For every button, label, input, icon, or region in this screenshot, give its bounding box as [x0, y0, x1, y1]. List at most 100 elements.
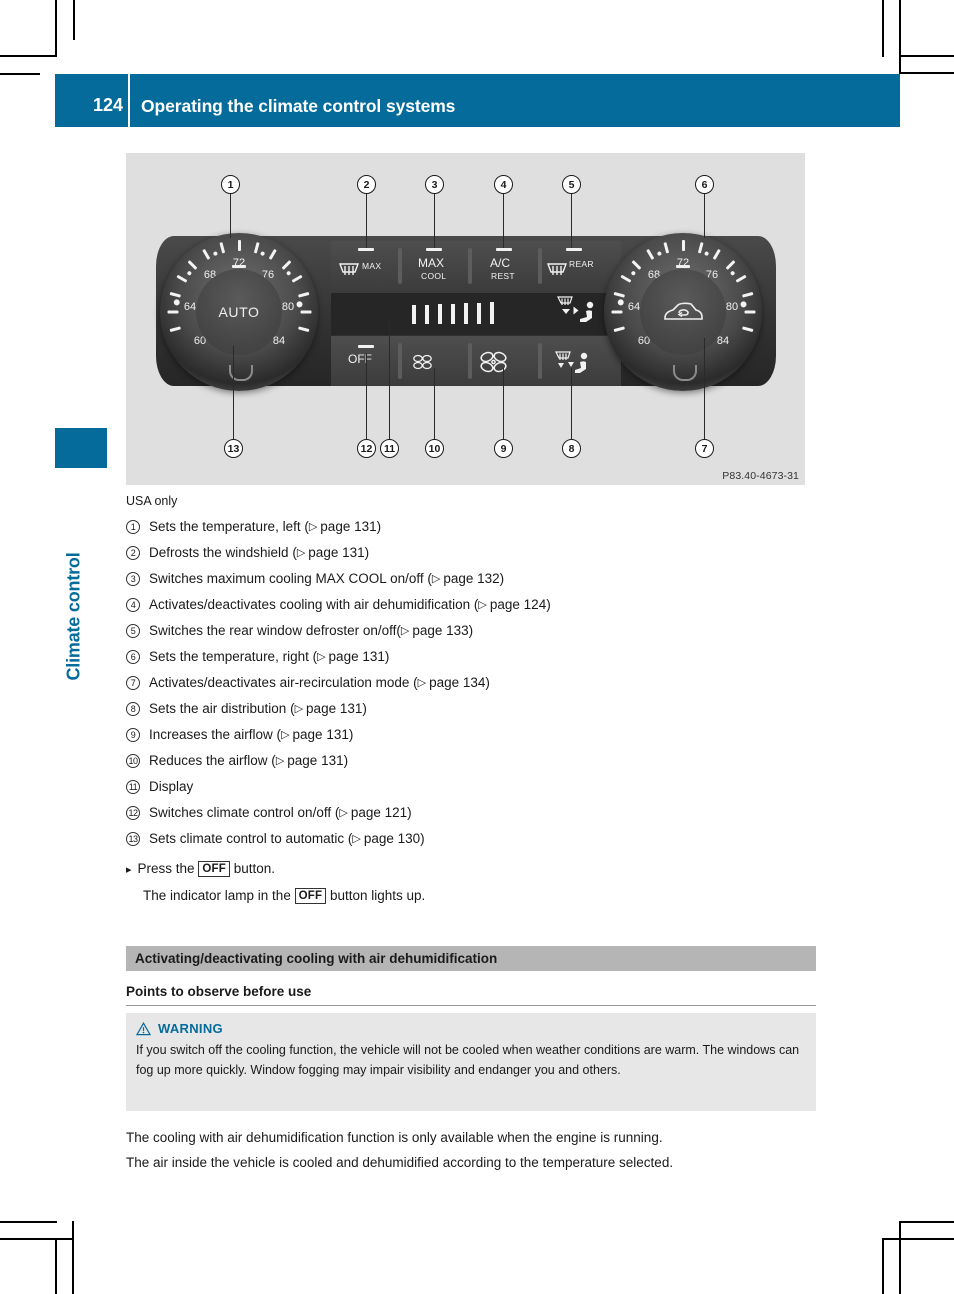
- page-reference[interactable]: page 130: [364, 826, 420, 852]
- cropmark-top-right-vertical: [882, 0, 884, 57]
- knob-right-num-84: 84: [716, 335, 730, 347]
- figure-callout-4: 4: [494, 175, 513, 194]
- legend-item-number: 4: [126, 598, 140, 612]
- step-result-start: The indicator lamp in the: [143, 888, 291, 903]
- knob-right-pointer: [676, 265, 690, 268]
- knob-right-center[interactable]: [640, 269, 726, 355]
- legend-item-tail: ): [348, 727, 354, 742]
- fan-small-icon: [413, 354, 432, 370]
- page-ref-arrow-icon: ▷: [417, 677, 427, 689]
- legend-item-tail: ): [499, 571, 505, 586]
- page-reference[interactable]: page 134: [429, 670, 485, 696]
- legend-item-text: Display: [149, 779, 194, 794]
- legend-item-text: Activates/deactivates air-recirculation …: [149, 675, 418, 690]
- windshield-defrost-icon: [338, 263, 360, 275]
- legend-item: 10 Reduces the airflow (▷ page 131): [126, 748, 816, 774]
- page-ref-arrow-icon: ▷: [400, 625, 410, 637]
- header-divider: [128, 74, 130, 127]
- knob-right-notch: [673, 365, 697, 381]
- knob-left-num-64: 64: [183, 301, 197, 313]
- legend-item-text: Switches climate control on/off (: [149, 805, 340, 820]
- legend-item: 11 Display: [126, 774, 816, 800]
- figure-callout-11: 11: [380, 439, 399, 458]
- ac-rest-sublabel: REST: [491, 271, 515, 281]
- page-ref-arrow-icon: ▷: [294, 703, 304, 715]
- page-reference[interactable]: page 131: [306, 696, 362, 722]
- page-ref-arrow-icon: ▷: [352, 833, 361, 845]
- seat-airflow-icon: [557, 296, 594, 322]
- legend-item-number: 2: [126, 546, 140, 560]
- page-reference[interactable]: page 121: [351, 800, 407, 826]
- legend-item-number: 6: [126, 650, 140, 664]
- fan-large-icon: [480, 351, 507, 373]
- off-label: OFF: [348, 352, 372, 366]
- fan-increase-button[interactable]: [478, 347, 522, 381]
- ac-rest-button[interactable]: A/C REST: [476, 257, 536, 287]
- air-distribution-button[interactable]: [550, 345, 606, 383]
- page-ref-arrow-icon: ▷: [296, 547, 306, 559]
- max-cool-label: MAX: [418, 256, 445, 270]
- display-bar: [490, 302, 494, 324]
- figure-callout-5: 5: [562, 175, 581, 194]
- page-ref-arrow-icon: ▷: [478, 599, 487, 611]
- cropmark-bottom-right-vertical-2: [899, 1221, 901, 1294]
- air-distribution-indicator: [550, 293, 606, 333]
- figure-code: P83.40-4673-31: [722, 470, 799, 482]
- air-recirculation-car-icon: [664, 302, 703, 320]
- figure-callout-1: 1: [221, 175, 240, 194]
- page-number: 124: [92, 95, 123, 115]
- defrost-max-button[interactable]: MAX: [336, 257, 396, 285]
- warning-title-row: WARNING: [136, 1021, 804, 1036]
- cropmark-top-left-horizontal: [0, 55, 57, 57]
- legend-item-text: Activates/deactivates cooling with air d…: [149, 597, 479, 612]
- legend-item: 4 Activates/deactivates cooling with air …: [126, 592, 816, 618]
- max-cool-button[interactable]: MAX COOL: [406, 257, 466, 287]
- temperature-knob-left[interactable]: 72 68 76 64 80 60 84 AUTO: [160, 233, 318, 391]
- off-keycap-2: OFF: [294, 888, 327, 904]
- page-reference[interactable]: page 131: [287, 748, 343, 774]
- usa-only-note: USA only: [126, 494, 178, 508]
- instruction-step-block: ▸ Press the OFF button. The indicator lam…: [126, 856, 816, 908]
- defrost-max-label: MAX: [362, 261, 382, 271]
- page-reference[interactable]: page 131: [320, 514, 376, 540]
- knob-right-num-64: 64: [627, 301, 641, 313]
- step-result-end: button lights up.: [329, 888, 426, 903]
- legend-item: 3 Switches maximum cooling MAX COOL on/of…: [126, 566, 816, 592]
- paragraph-1: The cooling with air dehumidification fu…: [126, 1130, 663, 1145]
- legend-item-text: Sets the temperature, left (: [149, 519, 309, 534]
- fan-decrease-button[interactable]: [411, 351, 451, 381]
- page-reference[interactable]: page 124: [490, 592, 546, 618]
- legend-item-tail: ): [364, 545, 370, 560]
- cropmark-top-right-vertical-2: [899, 0, 901, 73]
- page-ref-arrow-icon: ▷: [308, 521, 318, 533]
- legend-item: 8 Sets the air distribution (▷ page 131): [126, 696, 816, 722]
- off-keycap: OFF: [198, 861, 230, 877]
- cropmark-top-left-vertical: [55, 0, 57, 57]
- page-reference[interactable]: page 131: [308, 540, 364, 566]
- ac-rest-label: A/C: [490, 256, 511, 270]
- page-reference[interactable]: page 133: [412, 618, 468, 644]
- page-reference[interactable]: page 131: [329, 644, 385, 670]
- cropmark-bottom-left-vertical: [55, 1238, 57, 1294]
- page-reference[interactable]: page 132: [443, 566, 499, 592]
- legend-item: 6 Sets the temperature, right (▷ page 131): [126, 644, 816, 670]
- legend-item-text: Sets climate control to automatic (: [149, 831, 353, 846]
- warning-title: WARNING: [158, 1021, 223, 1036]
- page-reference[interactable]: page 131: [293, 722, 349, 748]
- step-lead-end: button.: [233, 861, 275, 876]
- knob-left-auto-label[interactable]: AUTO: [196, 269, 282, 355]
- knob-left-num-84: 84: [272, 335, 286, 347]
- legend-item-text: Switches the rear window defroster on/of…: [149, 623, 401, 638]
- legend-item-tail: ): [468, 623, 474, 638]
- display-bar: [425, 305, 429, 324]
- page-ref-arrow-icon: ▷: [431, 573, 441, 585]
- temperature-knob-right[interactable]: 72 68 76 64 80 60 84: [604, 233, 762, 391]
- figure-legend-list: 1 Sets the temperature, left (▷ page 131) 2…: [126, 514, 816, 852]
- cropmark-bottom-right-vertical: [882, 1238, 884, 1294]
- rear-defrost-button[interactable]: REAR: [544, 257, 610, 285]
- page-ref-arrow-icon: ▷: [281, 729, 290, 741]
- legend-item-tail: ): [420, 831, 425, 846]
- legend-item-number: 1: [126, 520, 140, 534]
- legend-item-tail: ): [362, 701, 367, 716]
- figure-callout-7: 7: [695, 439, 714, 458]
